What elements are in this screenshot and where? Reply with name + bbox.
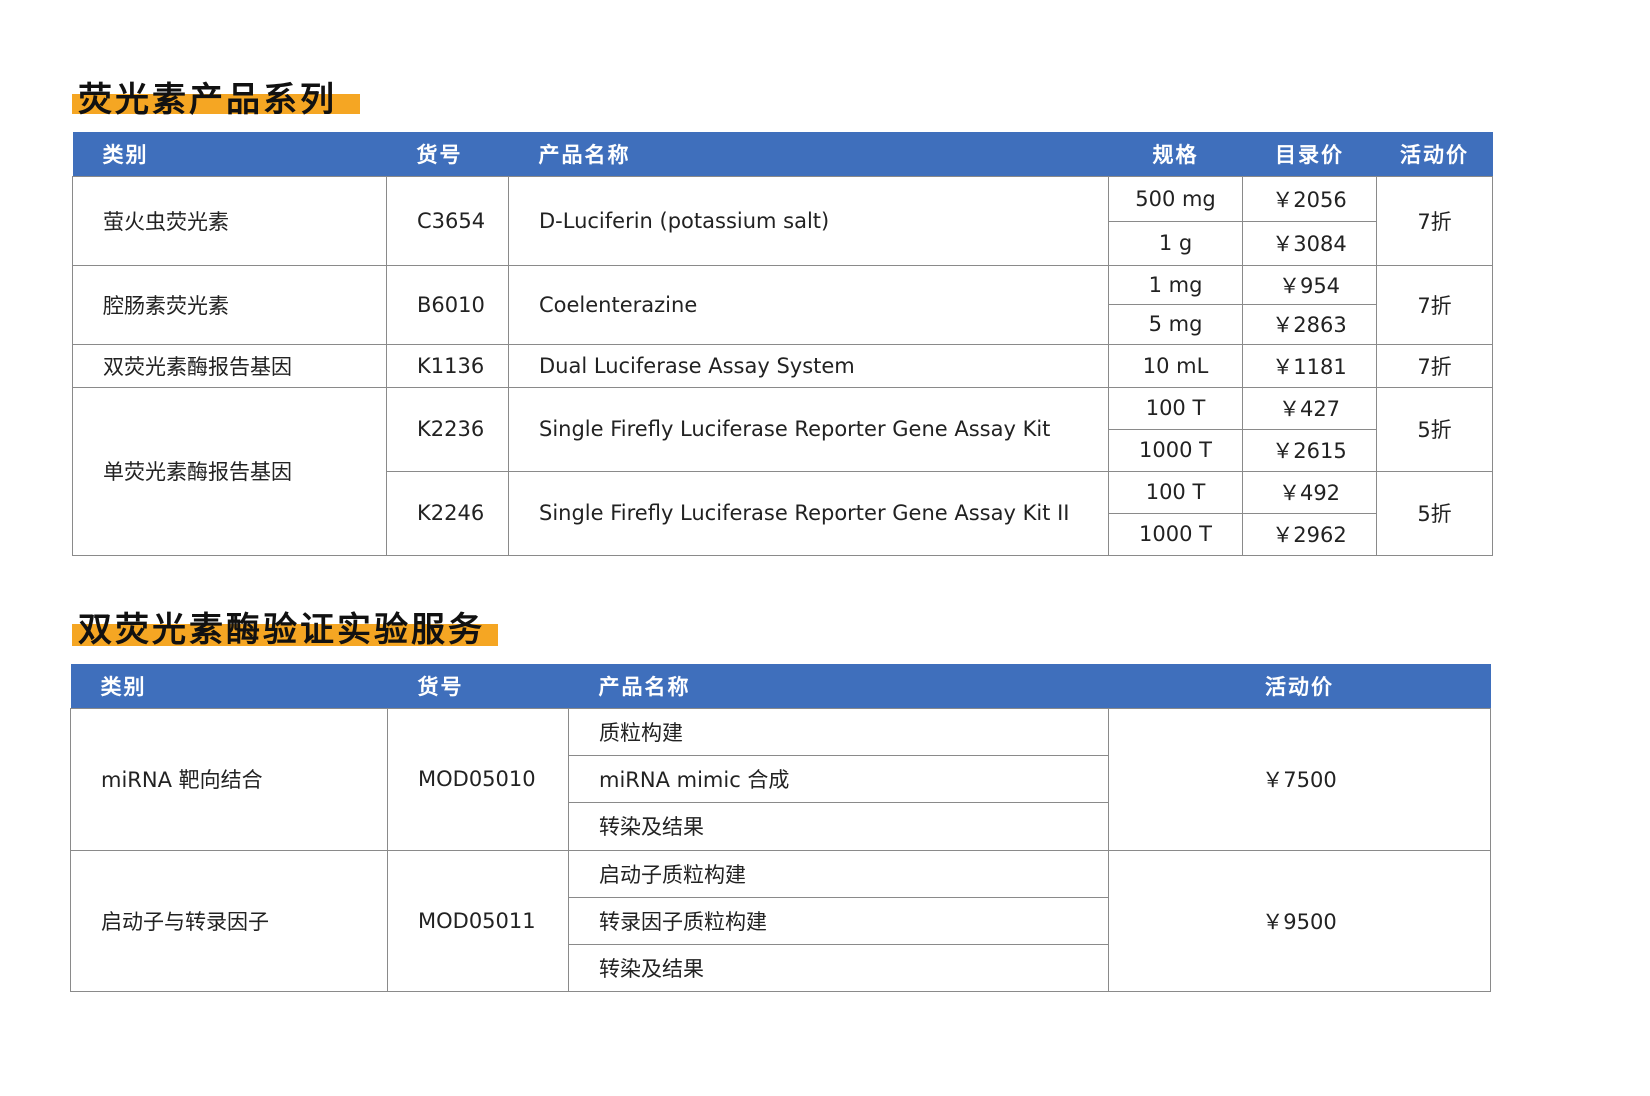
price-cell: ￥492	[1242, 470, 1377, 514]
sku-cell: MOD05011	[387, 849, 569, 992]
service-item-cell: 转录因子质粒构建	[568, 896, 1109, 945]
header-sku: 货号	[387, 664, 569, 708]
discount-cell: 5折	[1376, 470, 1493, 556]
service-item-cell: 启动子质粒构建	[568, 849, 1109, 898]
price-cell: ￥2962	[1242, 512, 1377, 556]
table-row: 腔肠素荧光素 B6010 Coelenterazine 1 mg ￥954 7折	[72, 264, 1493, 345]
header-category: 类别	[70, 664, 388, 708]
discount-cell: 5折	[1376, 386, 1493, 472]
header-product-name: 产品名称	[508, 132, 1109, 176]
price-cell: ￥3084	[1242, 220, 1377, 266]
price-cell: ￥2615	[1242, 428, 1377, 472]
spec-cell: 1000 T	[1108, 512, 1243, 556]
spec-cell: 1000 T	[1108, 428, 1243, 472]
service-item-cell: 质粒构建	[568, 707, 1109, 756]
luciferin-product-table: 类别 货号 产品名称 规格 目录价 活动价 萤火虫荧光素 C3654 D-Luc…	[72, 132, 1493, 556]
header-spec: 规格	[1108, 132, 1243, 176]
section2-title: 双荧光素酶验证实验服务	[78, 610, 485, 650]
sku-cell: K2246	[386, 470, 509, 556]
spec-cell: 1 g	[1108, 220, 1243, 266]
spec-cell: 5 mg	[1108, 303, 1243, 345]
table-row: 萤火虫荧光素 C3654 D-Luciferin (potassium salt…	[72, 175, 1493, 266]
table-header-row: 类别 货号 产品名称 活动价	[70, 664, 1491, 708]
category-cell: miRNA 靶向结合	[70, 707, 388, 851]
price-cell: ￥2863	[1242, 303, 1377, 345]
discount-cell: 7折	[1376, 175, 1493, 266]
price-cell: ￥7500	[1108, 707, 1491, 851]
header-promo-price: 活动价	[1376, 132, 1493, 176]
table-row: 双荧光素酶报告基因 K1136 Dual Luciferase Assay Sy…	[72, 343, 1493, 388]
spec-cell: 100 T	[1108, 386, 1243, 430]
product-name-cell: Single Firefly Luciferase Reporter Gene …	[508, 470, 1109, 556]
product-name-cell: Dual Luciferase Assay System	[508, 343, 1109, 388]
spec-cell: 1 mg	[1108, 264, 1243, 305]
discount-cell: 7折	[1376, 343, 1493, 388]
header-category: 类别	[72, 132, 387, 176]
discount-cell: 7折	[1376, 264, 1493, 345]
sku-cell: B6010	[386, 264, 509, 345]
header-list-price: 目录价	[1242, 132, 1377, 176]
table-header-row: 类别 货号 产品名称 规格 目录价 活动价	[72, 132, 1493, 176]
product-name-cell: D-Luciferin (potassium salt)	[508, 175, 1109, 266]
header-product-name: 产品名称	[568, 664, 1109, 708]
category-cell: 启动子与转录因子	[70, 849, 388, 992]
service-item-cell: miRNA mimic 合成	[568, 754, 1109, 803]
category-cell: 单荧光素酶报告基因	[72, 386, 387, 556]
table-row: 单荧光素酶报告基因 K2236 Single Firefly Luciferas…	[72, 386, 1493, 556]
header-promo-price: 活动价	[1108, 664, 1491, 708]
price-cell: ￥9500	[1108, 849, 1491, 992]
category-cell: 腔肠素荧光素	[72, 264, 387, 345]
sku-cell: MOD05010	[387, 707, 569, 851]
service-item-cell: 转染及结果	[568, 943, 1109, 992]
category-cell: 双荧光素酶报告基因	[72, 343, 387, 388]
price-cell: ￥1181	[1242, 343, 1377, 388]
product-name-cell: Single Firefly Luciferase Reporter Gene …	[508, 386, 1109, 472]
section1-title: 荧光素产品系列	[78, 80, 337, 120]
header-sku: 货号	[386, 132, 509, 176]
sku-cell: K1136	[386, 343, 509, 388]
price-cell: ￥427	[1242, 386, 1377, 430]
price-cell: ￥2056	[1242, 175, 1377, 222]
category-cell: 萤火虫荧光素	[72, 175, 387, 266]
spec-cell: 100 T	[1108, 470, 1243, 514]
spec-cell: 10 mL	[1108, 343, 1243, 388]
sku-cell: C3654	[386, 175, 509, 266]
sku-cell: K2236	[386, 386, 509, 472]
price-cell: ￥954	[1242, 264, 1377, 305]
table-row: 启动子与转录因子 MOD05011 启动子质粒构建 ￥9500	[70, 849, 1491, 992]
service-table: 类别 货号 产品名称 活动价 miRNA 靶向结合 MOD05010 质粒构建 …	[70, 664, 1491, 992]
table-row: miRNA 靶向结合 MOD05010 质粒构建 ￥7500	[70, 707, 1491, 851]
product-name-cell: Coelenterazine	[508, 264, 1109, 345]
spec-cell: 500 mg	[1108, 175, 1243, 222]
service-item-cell: 转染及结果	[568, 801, 1109, 851]
